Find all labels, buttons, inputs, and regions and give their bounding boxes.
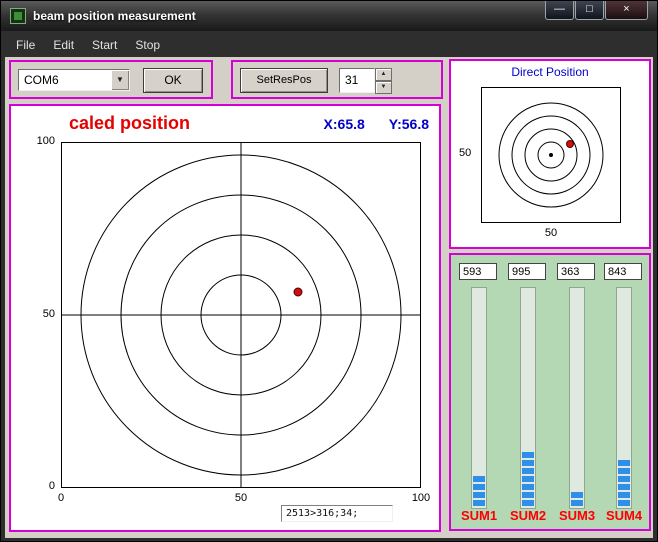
sum3-meter-track [569, 287, 585, 509]
sum1-meter-track [471, 287, 487, 509]
com-port-select[interactable]: COM6 ▼ [18, 69, 130, 91]
sum1-value-box[interactable]: 593 [459, 263, 497, 280]
sum3-value-box[interactable]: 363 [557, 263, 595, 280]
plot-title: caled position [69, 113, 190, 134]
direct-bullseye-graphic [482, 88, 620, 222]
menu-stop[interactable]: Stop [126, 36, 169, 54]
menu-edit[interactable]: Edit [44, 36, 83, 54]
caled-point [293, 287, 302, 296]
sum1-label: SUM1 [457, 508, 501, 523]
setrespos-button[interactable]: SetResPos [240, 68, 328, 93]
sum2-value-box[interactable]: 995 [508, 263, 546, 280]
direct-xtick-50: 50 [539, 227, 563, 239]
sum-meter [473, 476, 485, 506]
sum-channel-4: 843 SUM4 [602, 263, 646, 525]
sum3-label: SUM3 [555, 508, 599, 523]
sum4-label: SUM4 [602, 508, 646, 523]
ytick-0: 0 [25, 480, 55, 492]
window-title: beam position measurement [33, 9, 196, 23]
respos-spinner: 31 ▲ ▼ [339, 68, 392, 93]
sum-channel-3: 363 SUM3 [555, 263, 599, 525]
com-port-value: COM6 [19, 70, 111, 90]
sum2-label: SUM2 [506, 508, 550, 523]
sum4-value-box[interactable]: 843 [604, 263, 642, 280]
window-controls: — □ × [545, 1, 648, 20]
app-icon [10, 8, 26, 24]
sum-meter [618, 460, 630, 506]
ytick-50: 50 [25, 308, 55, 320]
menubar: File Edit Start Stop [7, 34, 169, 55]
caled-position-panel: caled position X:65.8 Y:56.8 100 50 0 [9, 104, 441, 532]
setrespos-group: SetResPos 31 ▲ ▼ [231, 60, 443, 99]
position-readout: X:65.8 Y:56.8 [324, 116, 429, 132]
respos-value-field[interactable]: 31 [339, 68, 375, 93]
sums-panel: 593 SUM1 995 SUM2 363 SUM3 [449, 253, 651, 531]
direct-position-title: Direct Position [451, 65, 649, 79]
caled-frame [61, 142, 421, 488]
minimize-button[interactable]: — [545, 1, 574, 20]
sum4-meter-track [616, 287, 632, 509]
spinner-up-icon[interactable]: ▲ [375, 68, 392, 81]
menu-file[interactable]: File [7, 36, 44, 54]
sum-meter [522, 452, 534, 506]
ytick-100: 100 [25, 135, 55, 147]
app-window: beam position measurement — □ × File Edi… [0, 0, 658, 542]
sum-meter [571, 492, 583, 506]
xtick-50: 50 [228, 492, 254, 504]
direct-frame [481, 87, 621, 223]
xtick-100: 100 [408, 492, 434, 504]
xtick-0: 0 [48, 492, 74, 504]
direct-position-panel: Direct Position 50 50 [449, 59, 651, 249]
chevron-down-icon[interactable]: ▼ [111, 70, 129, 90]
spinner-down-icon[interactable]: ▼ [375, 81, 392, 94]
com-group: COM6 ▼ OK [9, 60, 213, 99]
readout-y: Y:56.8 [389, 116, 429, 132]
direct-ytick-50: 50 [459, 147, 471, 159]
direct-point [566, 140, 574, 148]
status-field[interactable]: 2513>316;34; [281, 505, 393, 522]
menu-start[interactable]: Start [83, 36, 126, 54]
bullseye-graphic [62, 143, 420, 487]
close-button[interactable]: × [605, 1, 648, 20]
titlebar[interactable]: beam position measurement — □ × [1, 1, 657, 31]
sum-channel-2: 995 SUM2 [506, 263, 550, 525]
sum2-meter-track [520, 287, 536, 509]
maximize-button[interactable]: □ [575, 1, 604, 20]
ok-button[interactable]: OK [143, 68, 203, 93]
readout-x: X:65.8 [324, 116, 365, 132]
sum-channel-1: 593 SUM1 [457, 263, 501, 525]
client-area: COM6 ▼ OK SetResPos 31 ▲ ▼ caled positio… [5, 57, 653, 538]
